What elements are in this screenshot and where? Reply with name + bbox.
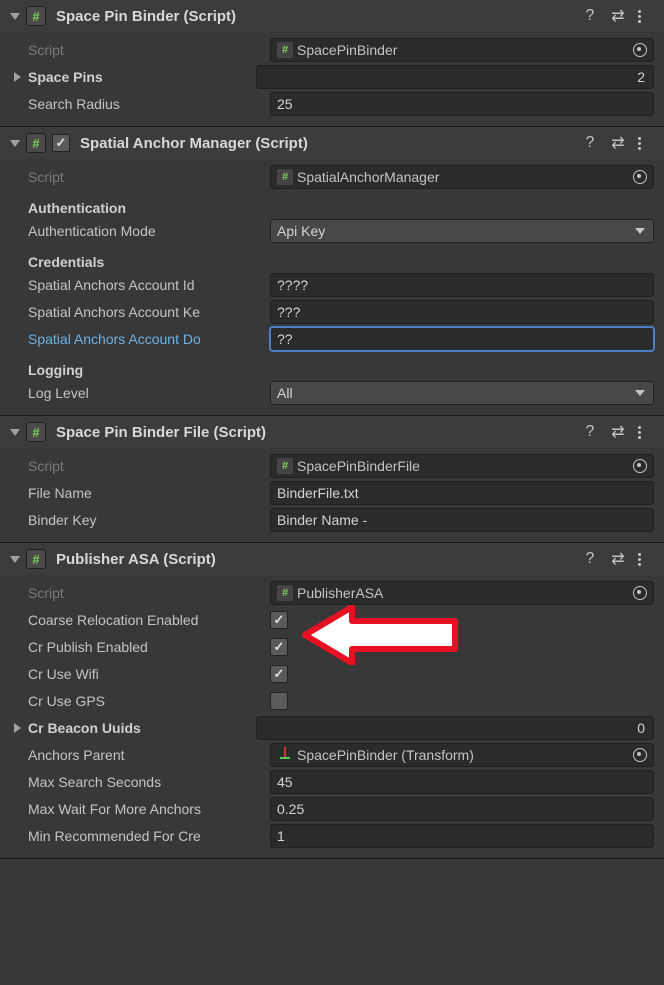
object-picker-icon[interactable]: [633, 586, 647, 600]
component-title: Space Pin Binder File (Script): [56, 424, 576, 441]
annotation-arrow-icon: [300, 605, 460, 665]
component-spatial-anchor-manager: # Spatial Anchor Manager (Script) ? ⇄ Sc…: [0, 127, 664, 416]
csharp-script-icon: #: [26, 549, 46, 569]
script-value: SpacePinBinderFile: [297, 458, 420, 474]
script-label: Script: [28, 42, 270, 58]
account-domain-input[interactable]: [270, 327, 654, 351]
foldout-toggle-icon[interactable]: [10, 140, 20, 147]
min-recommended-input[interactable]: [270, 824, 654, 848]
foldout-toggle-icon[interactable]: [10, 13, 20, 20]
array-foldout-icon[interactable]: [14, 72, 21, 82]
component-title: Space Pin Binder (Script): [56, 8, 576, 25]
context-menu-icon[interactable]: [638, 137, 654, 150]
context-menu-icon[interactable]: [638, 10, 654, 23]
script-value: PublisherASA: [297, 585, 383, 601]
context-menu-icon[interactable]: [638, 426, 654, 439]
context-menu-icon[interactable]: [638, 553, 654, 566]
component-publisher-asa: # Publisher ASA (Script) ? ⇄ Script #Pub…: [0, 543, 664, 859]
log-level-dropdown[interactable]: All: [270, 381, 654, 405]
foldout-toggle-icon[interactable]: [10, 429, 20, 436]
cr-gps-checkbox[interactable]: [270, 692, 288, 710]
auth-mode-label: Authentication Mode: [28, 223, 270, 239]
cr-publish-checkbox[interactable]: [270, 638, 288, 656]
object-picker-icon[interactable]: [633, 170, 647, 184]
csharp-script-icon: #: [26, 6, 46, 26]
help-icon[interactable]: ?: [582, 7, 598, 25]
beacon-uuids-count[interactable]: 0: [256, 716, 654, 740]
log-level-label: Log Level: [28, 385, 270, 401]
space-pins-count[interactable]: 2: [256, 65, 654, 89]
component-enable-checkbox[interactable]: [52, 134, 70, 152]
script-object-field[interactable]: #SpatialAnchorManager: [270, 165, 654, 189]
preset-icon[interactable]: ⇄: [610, 133, 626, 153]
cr-wifi-label: Cr Use Wifi: [28, 666, 270, 682]
component-header[interactable]: # Space Pin Binder (Script) ? ⇄: [0, 0, 664, 32]
component-title: Spatial Anchor Manager (Script): [80, 135, 576, 152]
account-key-input[interactable]: [270, 300, 654, 324]
cr-wifi-checkbox[interactable]: [270, 665, 288, 683]
logging-header: Logging: [28, 362, 654, 378]
file-name-input[interactable]: [270, 481, 654, 505]
script-value: SpatialAnchorManager: [297, 169, 439, 185]
preset-icon[interactable]: ⇄: [610, 6, 626, 26]
max-wait-label: Max Wait For More Anchors: [28, 801, 270, 817]
csharp-script-icon: #: [26, 422, 46, 442]
binder-key-input[interactable]: [270, 508, 654, 532]
account-domain-label: Spatial Anchors Account Do: [28, 331, 270, 347]
authentication-header: Authentication: [28, 200, 654, 216]
anchors-parent-field[interactable]: SpacePinBinder (Transform): [270, 743, 654, 767]
object-picker-icon[interactable]: [633, 459, 647, 473]
array-foldout-icon[interactable]: [14, 723, 21, 733]
space-pins-label: Space Pins: [28, 69, 256, 85]
preset-icon[interactable]: ⇄: [610, 549, 626, 569]
file-name-label: File Name: [28, 485, 270, 501]
script-value: SpacePinBinder: [297, 42, 397, 58]
object-picker-icon[interactable]: [633, 43, 647, 57]
account-key-label: Spatial Anchors Account Ke: [28, 304, 270, 320]
account-id-label: Spatial Anchors Account Id: [28, 277, 270, 293]
max-search-input[interactable]: [270, 770, 654, 794]
component-title: Publisher ASA (Script): [56, 551, 576, 568]
beacon-uuids-label: Cr Beacon Uuids: [28, 720, 256, 736]
cr-publish-label: Cr Publish Enabled: [28, 639, 270, 655]
credentials-header: Credentials: [28, 254, 654, 270]
binder-key-label: Binder Key: [28, 512, 270, 528]
foldout-toggle-icon[interactable]: [10, 556, 20, 563]
coarse-relocation-label: Coarse Relocation Enabled: [28, 612, 270, 628]
component-header[interactable]: # Spatial Anchor Manager (Script) ? ⇄: [0, 127, 664, 159]
component-header[interactable]: # Space Pin Binder File (Script) ? ⇄: [0, 416, 664, 448]
account-id-input[interactable]: [270, 273, 654, 297]
max-search-label: Max Search Seconds: [28, 774, 270, 790]
object-picker-icon[interactable]: [633, 748, 647, 762]
search-radius-input[interactable]: [270, 92, 654, 116]
component-header[interactable]: # Publisher ASA (Script) ? ⇄: [0, 543, 664, 575]
script-label: Script: [28, 169, 270, 185]
script-object-field[interactable]: #SpacePinBinder: [270, 38, 654, 62]
help-icon[interactable]: ?: [582, 423, 598, 441]
search-radius-label: Search Radius: [28, 96, 270, 112]
preset-icon[interactable]: ⇄: [610, 422, 626, 442]
script-label: Script: [28, 585, 270, 601]
coarse-relocation-checkbox[interactable]: [270, 611, 288, 629]
component-space-pin-binder-file: # Space Pin Binder File (Script) ? ⇄ Scr…: [0, 416, 664, 543]
auth-mode-dropdown[interactable]: Api Key: [270, 219, 654, 243]
script-object-field[interactable]: #PublisherASA: [270, 581, 654, 605]
max-wait-input[interactable]: [270, 797, 654, 821]
cr-gps-label: Cr Use GPS: [28, 693, 270, 709]
anchors-parent-label: Anchors Parent: [28, 747, 270, 763]
transform-icon: [277, 747, 293, 763]
component-space-pin-binder: # Space Pin Binder (Script) ? ⇄ Script #…: [0, 0, 664, 127]
script-object-field[interactable]: #SpacePinBinderFile: [270, 454, 654, 478]
help-icon[interactable]: ?: [582, 134, 598, 152]
min-recommended-label: Min Recommended For Cre: [28, 828, 270, 844]
script-label: Script: [28, 458, 270, 474]
csharp-script-icon: #: [26, 133, 46, 153]
help-icon[interactable]: ?: [582, 550, 598, 568]
